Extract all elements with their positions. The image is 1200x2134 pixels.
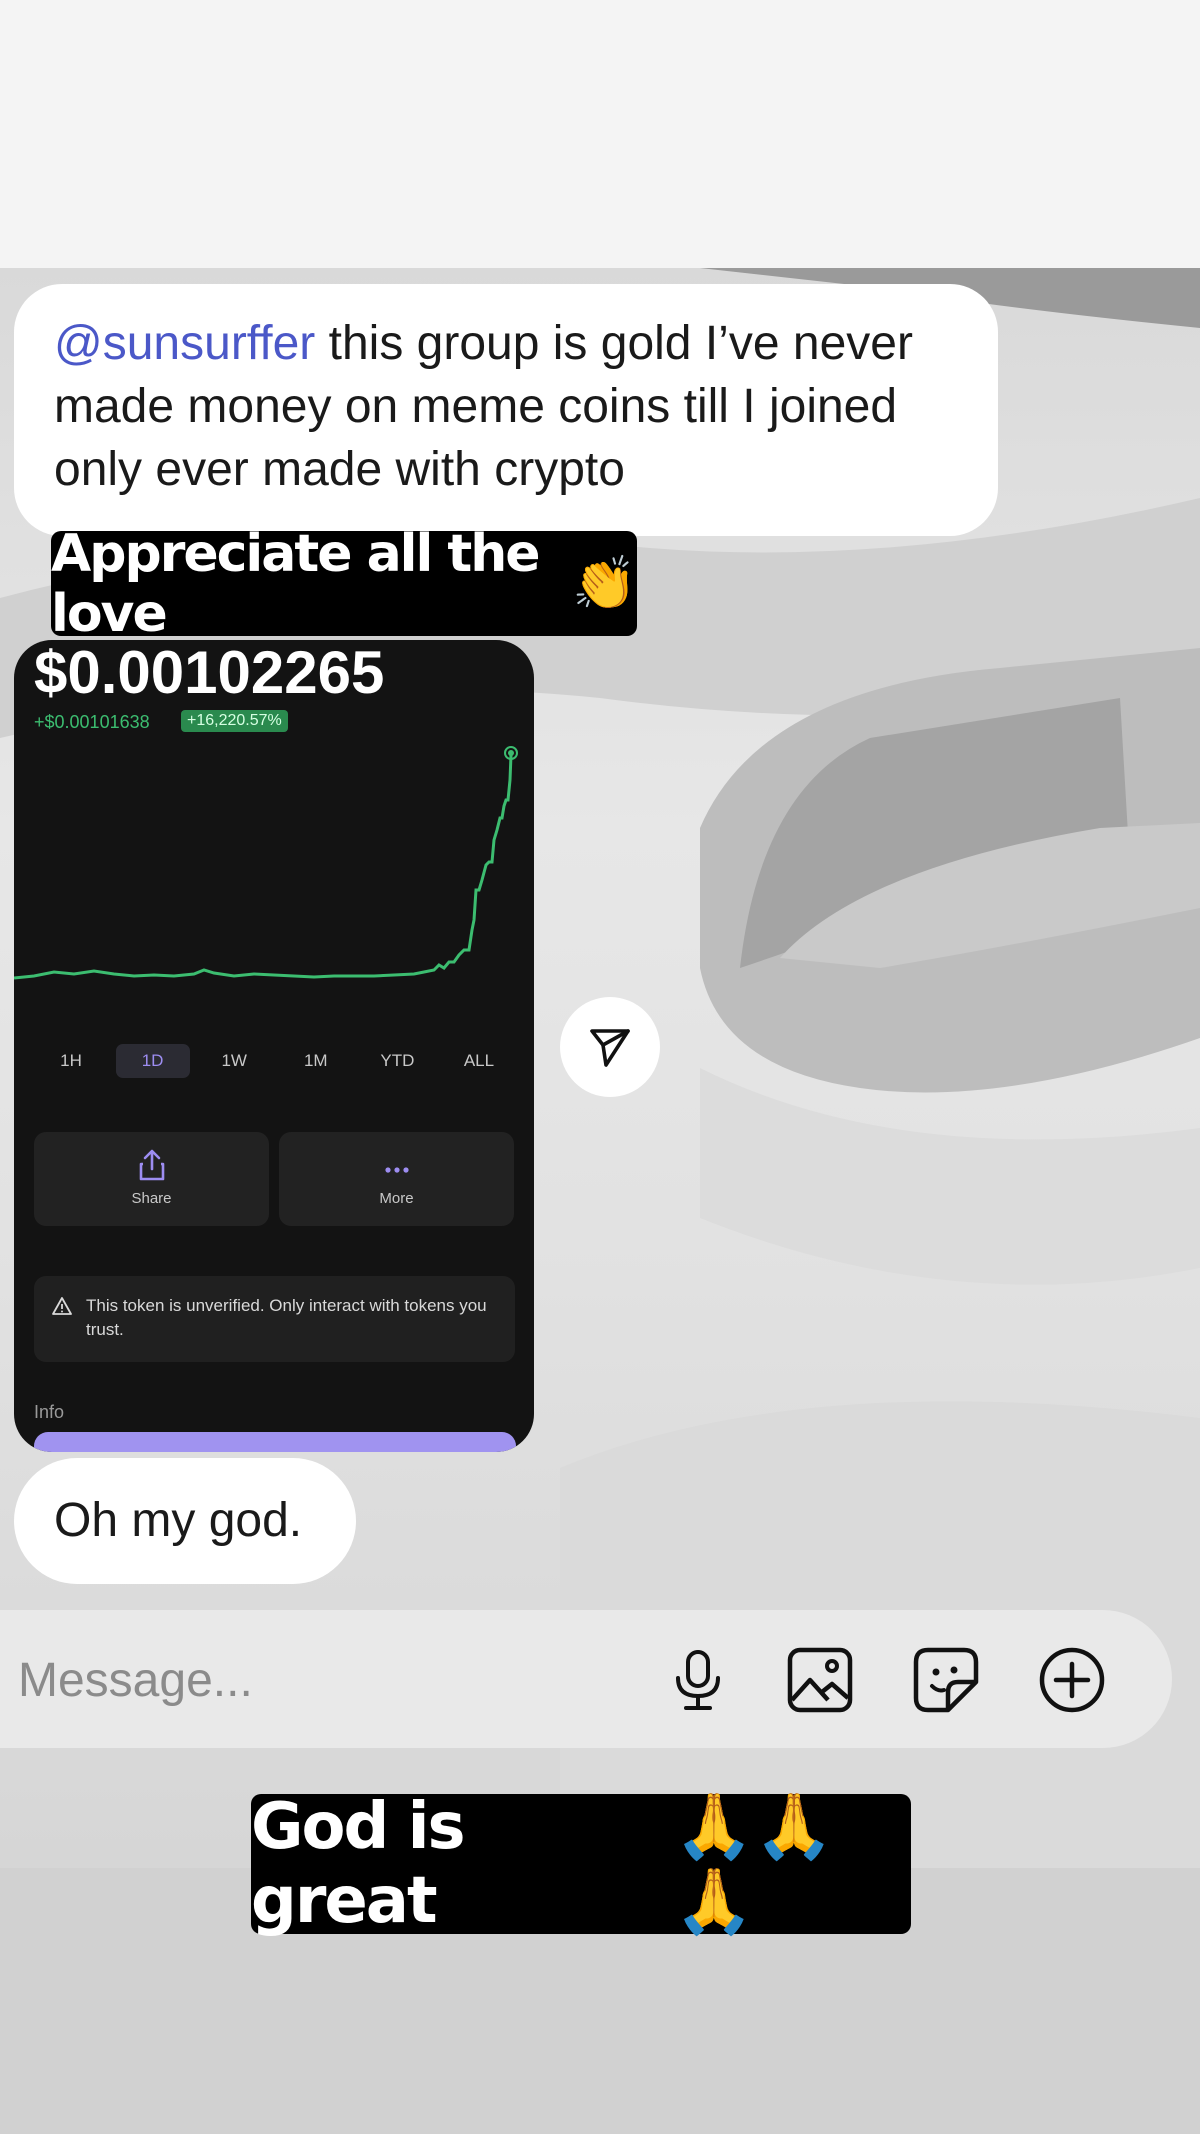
message-bubble-incoming: @sunsurffer this group is gold I’ve neve… xyxy=(14,284,998,536)
message-composer xyxy=(0,1610,1172,1750)
top-blank-area xyxy=(0,0,1200,268)
gallery-icon[interactable] xyxy=(786,1646,854,1714)
primary-action-bar[interactable] xyxy=(34,1432,516,1452)
price-line xyxy=(14,754,513,980)
range-1w[interactable]: 1W xyxy=(197,1044,271,1078)
story-caption-bottom: God is great 🙏🙏🙏 xyxy=(251,1790,911,1939)
range-1d[interactable]: 1D xyxy=(115,1044,190,1078)
send-button[interactable] xyxy=(560,997,660,1097)
user-mention[interactable]: @sunsurffer xyxy=(54,317,315,370)
mic-icon[interactable] xyxy=(664,1646,732,1714)
praying-hands-emoji: 🙏🙏🙏 xyxy=(674,1790,834,1939)
more-icon xyxy=(279,1148,514,1188)
range-all[interactable]: ALL xyxy=(442,1044,516,1078)
price-change: +$0.00101638 xyxy=(34,712,150,732)
info-heading: Info xyxy=(34,1402,65,1422)
clapping-hands-emoji: 👏 xyxy=(572,554,637,614)
warning-icon xyxy=(52,1297,72,1315)
plus-circle-icon[interactable] xyxy=(1038,1646,1106,1714)
range-ytd[interactable]: YTD xyxy=(360,1044,434,1078)
more-label: More xyxy=(379,1190,414,1207)
caption-text: Appreciate all the love xyxy=(51,523,541,644)
message-input[interactable] xyxy=(16,1610,620,1750)
token-price: $0.00102265 xyxy=(34,640,385,706)
price-chart xyxy=(14,746,518,980)
share-label: Share xyxy=(131,1190,172,1207)
unverified-warning: This token is unverified. Only interact … xyxy=(34,1276,515,1362)
message-bubble-incoming: Oh my god. xyxy=(14,1458,356,1584)
share-icon xyxy=(34,1148,269,1188)
range-1m[interactable]: 1M xyxy=(279,1044,353,1078)
story-caption-top: Appreciate all the love 👏 xyxy=(51,524,637,644)
token-screenshot-card[interactable]: $0.00102265 +$0.00101638 +16,220.57% 1H … xyxy=(14,640,534,1452)
send-icon xyxy=(590,1029,630,1067)
price-change-percent-badge: +16,220.57% xyxy=(181,710,288,732)
share-button[interactable]: Share xyxy=(34,1132,269,1226)
warning-text: This token is unverified. Only interact … xyxy=(86,1296,487,1339)
sticker-icon[interactable] xyxy=(912,1646,980,1714)
range-1h[interactable]: 1H xyxy=(34,1044,108,1078)
message-text: Oh my god. xyxy=(54,1494,303,1547)
price-end-dot-core xyxy=(508,750,514,756)
caption-text: God is great xyxy=(251,1790,466,1938)
time-range-selector: 1H 1D 1W 1M YTD ALL xyxy=(34,1044,516,1078)
more-button[interactable]: More xyxy=(279,1132,514,1226)
